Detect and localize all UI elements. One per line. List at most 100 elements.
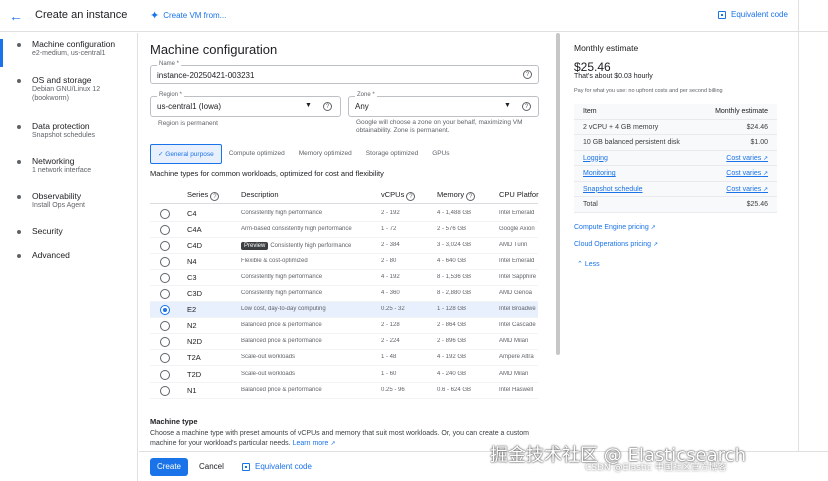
cost-item-link[interactable]: Monitoring <box>583 170 616 177</box>
tab-compute-optimized[interactable]: Compute optimized <box>222 144 292 164</box>
radio-button[interactable] <box>160 241 170 252</box>
series-cell: N2D <box>187 337 203 347</box>
help-icon[interactable]: ? <box>210 192 220 201</box>
sparkle-icon: ✦ <box>150 10 160 22</box>
bullet-icon <box>17 230 21 234</box>
cost-varies-link[interactable]: Cost varies ↗ <box>726 155 768 162</box>
tab-general-purpose[interactable]: ✓ General purpose <box>150 144 222 164</box>
name-label: Name * <box>157 61 182 67</box>
vcpus-cell: 2 - 80 <box>381 258 397 265</box>
region-select[interactable]: Region * us-central1 (Iowa) ▼ ? <box>150 92 341 117</box>
help-icon[interactable]: ? <box>523 70 532 79</box>
cost-value-text: Cost varies <box>726 154 762 162</box>
table-row[interactable]: N4 Flexible & cost-optimized 2 - 80 4 - 640… <box>150 254 538 271</box>
zone-hint: Google will choose a zone on your behalf… <box>356 119 523 134</box>
cost-varies-link[interactable]: Cost varies ↗ <box>726 186 768 193</box>
nav-item-advanced[interactable]: Advanced <box>0 250 137 260</box>
series-cell: N2 <box>187 321 197 331</box>
region-label: Region * <box>157 92 185 98</box>
external-link-icon: ↗ <box>653 242 659 248</box>
section-title: Machine configuration <box>150 42 278 57</box>
nav-sub: Install Ops Agent <box>32 202 85 209</box>
compute-engine-pricing-link[interactable]: Compute Engine pricing ↗ <box>574 224 656 231</box>
equivalent-code-bottom-label: Equivalent code <box>255 462 312 471</box>
radio-button[interactable] <box>160 305 170 316</box>
name-field[interactable]: Name * instance-20250421-003231 ? <box>150 61 539 84</box>
table-row[interactable]: N2 Balanced price & performance 2 - 128 2 -… <box>150 318 538 335</box>
nav-item-data-protection[interactable]: Data protection Snapshot schedules <box>0 121 137 140</box>
code-icon <box>242 462 250 471</box>
table-row[interactable]: T2A Scale-out workloads 1 - 48 4 - 192 GB Am… <box>150 350 538 367</box>
monthly-estimate-panel: Monthly estimate $25.46 That's about $0.… <box>563 33 798 451</box>
table-row[interactable]: N1 Balanced price & performance 0.25 - 96 0… <box>150 383 538 399</box>
equivalent-code-bottom-button[interactable]: Equivalent code <box>242 462 312 471</box>
cost-header-item: Item <box>583 108 597 115</box>
radio-button[interactable] <box>160 369 170 380</box>
radio-button[interactable] <box>160 289 170 300</box>
radio-button[interactable] <box>160 273 170 284</box>
cost-varies-link[interactable]: Cost varies ↗ <box>726 170 768 177</box>
radio-button[interactable] <box>160 385 170 396</box>
radio-button[interactable] <box>160 353 170 364</box>
help-icon[interactable]: ? <box>466 192 476 201</box>
chevron-up-icon: ⌃ <box>577 261 583 268</box>
tab-gpus[interactable]: GPUs <box>425 144 456 164</box>
table-row[interactable]: T2D Scale-out workloads 1 - 60 4 - 240 GB AM… <box>150 367 538 383</box>
main-scrollbar[interactable] <box>554 33 562 355</box>
series-cell: C4D <box>187 241 203 251</box>
cpu-platform-cell: AMD Turin <box>499 242 528 249</box>
create-vm-from-button[interactable]: ✦ Create VM from... <box>150 9 226 22</box>
column-header-vcpus: vCPUs ? <box>381 190 416 201</box>
estimate-title: Monthly estimate <box>574 43 639 53</box>
radio-button[interactable] <box>160 321 170 332</box>
equivalent-code-top-button[interactable]: Equivalent code <box>718 10 788 19</box>
radio-button[interactable] <box>160 337 170 348</box>
equivalent-code-top-label: Equivalent code <box>731 10 788 19</box>
cost-item-link[interactable]: Logging <box>583 155 608 162</box>
radio-button[interactable] <box>160 257 170 268</box>
cpu-platform-cell: Intel Emerald <box>499 210 535 216</box>
tab-memory-optimized[interactable]: Memory optimized <box>292 144 359 164</box>
table-header: Series ? Description vCPUs ? Memory ? CP… <box>150 186 539 204</box>
table-row[interactable]: C4 Consistently high performance 2 - 192 4 … <box>150 206 538 222</box>
cpu-platform-cell: AMD Milan <box>499 338 529 345</box>
cpu-platform-cell: Google Axion <box>499 226 535 233</box>
memory-cell: 4 - 1,488 GB <box>437 210 472 216</box>
nav-item-machine-configuration[interactable]: Machine configuration e2-medium, us-cent… <box>0 39 137 67</box>
series-cell: N1 <box>187 385 197 395</box>
nav-item-observability[interactable]: Observability Install Ops Agent <box>0 191 137 210</box>
cloud-operations-pricing-link[interactable]: Cloud Operations pricing ↗ <box>574 241 658 248</box>
nav-item-networking[interactable]: Networking 1 network interface <box>0 156 137 175</box>
zone-select[interactable]: Zone * Any ▼ ? <box>348 92 539 117</box>
nav-label: Security <box>32 226 63 236</box>
tab-storage-optimized[interactable]: Storage optimized <box>359 144 425 164</box>
less-toggle[interactable]: ⌃ Less <box>577 260 600 268</box>
nav-item-os-storage[interactable]: OS and storage Debian GNU/Linux 12 (book… <box>0 75 137 103</box>
radio-button[interactable] <box>160 225 170 236</box>
scroll-thumb[interactable] <box>556 33 560 355</box>
table-row[interactable]: C4A Arm-based consistently high performan… <box>150 222 538 239</box>
series-cell: T2D <box>187 369 202 379</box>
description-cell: Arm-based consistently high performance <box>241 226 352 233</box>
bullet-icon <box>17 125 21 129</box>
create-button[interactable]: Create <box>150 458 188 476</box>
cancel-button[interactable]: Cancel <box>199 458 224 476</box>
bullet-icon <box>17 79 21 83</box>
nav-item-security[interactable]: Security <box>0 226 137 236</box>
cost-item-link[interactable]: Snapshot schedule <box>583 186 643 193</box>
table-row[interactable]: C3 Consistently high performance 4 - 192 8 … <box>150 270 538 287</box>
table-row[interactable]: C4D Preview Consistently high performance 2… <box>150 238 538 255</box>
cost-item: Total <box>583 201 598 208</box>
radio-button[interactable] <box>160 209 170 219</box>
top-bar: ← Create an instance ✦ Create VM from...… <box>0 0 828 32</box>
help-icon[interactable]: ? <box>323 102 332 111</box>
table-row[interactable]: E2 Low cost, day-to-day computing 0.25 - 3… <box>150 302 538 319</box>
help-icon[interactable]: ? <box>522 102 531 111</box>
back-arrow-icon[interactable]: ← <box>8 8 24 24</box>
machine-type-description: Choose a machine type with preset amount… <box>150 429 545 449</box>
help-icon[interactable]: ? <box>406 192 416 201</box>
table-row[interactable]: C3D Consistently high performance 4 - 360 8… <box>150 286 538 303</box>
description-text: Consistently high performance <box>270 243 352 250</box>
table-row[interactable]: N2D Balanced price & performance 2 - 224 2 … <box>150 334 538 351</box>
learn-more-link[interactable]: Learn more ↗ <box>293 440 336 447</box>
